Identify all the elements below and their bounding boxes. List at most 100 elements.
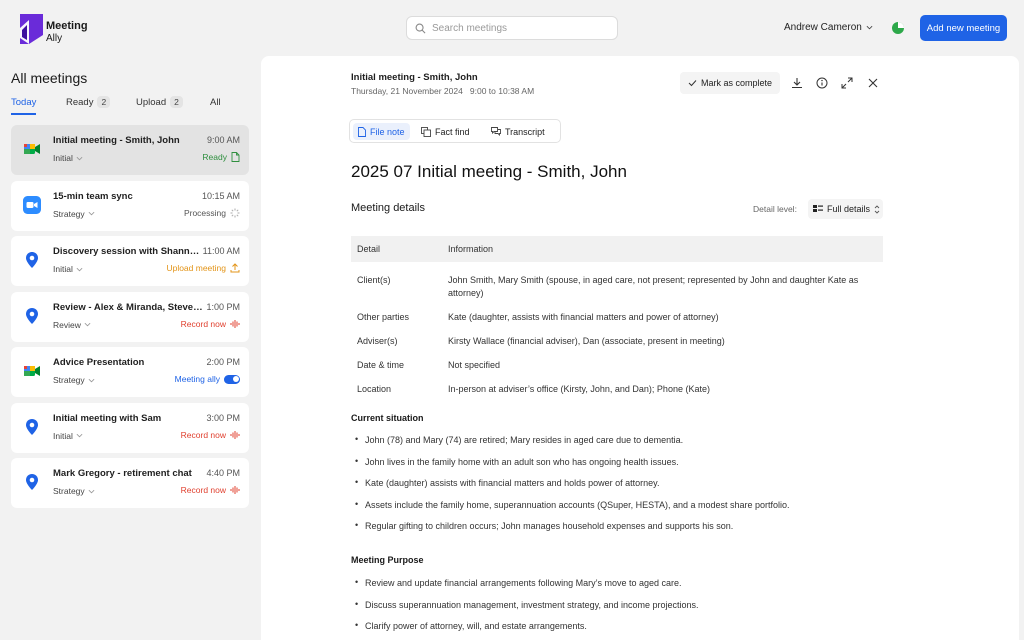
- chevron-updown-icon: [874, 204, 880, 214]
- brand-sub: Ally: [46, 33, 63, 44]
- status-processing: Processing: [184, 208, 240, 218]
- top-bar: Meeting Ally Andrew Cameron Add new meet…: [0, 0, 1024, 56]
- meeting-card[interactable]: Discovery session with Shannon... 11:00 …: [11, 236, 249, 286]
- meeting-title: Review - Alex & Miranda, Steven...: [53, 301, 203, 313]
- close-button[interactable]: [866, 76, 880, 90]
- table-cell-info: Kate (daughter, assists with financial m…: [448, 312, 719, 322]
- meeting-card[interactable]: Advice Presentation 2:00 PM Strategy Mee…: [11, 347, 249, 397]
- current-situation-list: John (78) and Mary (74) are retired; Mar…: [355, 434, 790, 543]
- tab-ready[interactable]: Ready 2: [66, 94, 111, 110]
- table-row: Adviser(s) Kirsty Wallace (financial adv…: [351, 335, 883, 348]
- table-cell-info: Kirsty Wallace (financial adviser), Dan …: [448, 336, 725, 346]
- status-label: Record now: [180, 318, 226, 329]
- meeting-time: 10:15 AM: [201, 190, 240, 201]
- sidebar-title: All meetings: [11, 70, 88, 86]
- tab-count-badge: 2: [170, 96, 183, 108]
- tab-today[interactable]: Today: [11, 94, 37, 115]
- user-menu[interactable]: Andrew Cameron: [784, 22, 873, 33]
- tab-file-note[interactable]: File note: [353, 123, 410, 140]
- tab-label: Ready: [66, 96, 94, 108]
- meeting-detail-panel: Initial meeting - Smith, John Thursday, …: [261, 56, 1019, 640]
- mark-complete-button[interactable]: Mark as complete: [680, 72, 780, 94]
- category-select[interactable]: Strategy: [53, 375, 95, 385]
- expand-button[interactable]: [840, 76, 854, 90]
- status-label: Record now: [180, 485, 226, 495]
- category-select[interactable]: Strategy: [53, 209, 95, 219]
- status-label: Processing: [183, 207, 226, 218]
- info-button[interactable]: [815, 76, 829, 90]
- meeting-title: 15-min team sync: [53, 190, 133, 202]
- category-select[interactable]: Initial: [53, 264, 83, 274]
- search-input[interactable]: [432, 22, 612, 34]
- location-pin-icon: [26, 418, 38, 435]
- record-now-button[interactable]: Record now: [181, 319, 240, 329]
- category-label: Review: [53, 319, 81, 330]
- meeting-time: 3:00 PM: [206, 412, 240, 423]
- detail-level-select[interactable]: Full details: [808, 199, 883, 219]
- check-icon: [688, 80, 697, 87]
- chevron-down-icon: [866, 25, 873, 30]
- tab-all[interactable]: All: [210, 94, 221, 110]
- download-button[interactable]: [790, 76, 804, 90]
- category-select[interactable]: Initial: [53, 153, 83, 163]
- column-header: Information: [448, 244, 494, 254]
- close-icon: [868, 78, 878, 88]
- meeting-card[interactable]: Mark Gregory - retirement chat 4:40 PM S…: [11, 458, 249, 508]
- tab-label: File note: [370, 126, 405, 137]
- table-header: Detail Information: [351, 236, 883, 262]
- meeting-card[interactable]: 15-min team sync 10:15 AM Strategy Proce…: [11, 180, 249, 231]
- meeting-title: Advice Presentation: [53, 357, 145, 368]
- meeting-time: 2:00 PM: [206, 357, 240, 367]
- download-icon: [792, 78, 802, 89]
- table-row: Date & time Not specified: [351, 359, 883, 372]
- record-now-button[interactable]: Record now: [181, 485, 240, 495]
- status-ready[interactable]: Ready: [202, 152, 240, 162]
- tab-fact-find[interactable]: Fact find: [416, 123, 475, 140]
- table-cell-info: John Smith, Mary Smith (spouse, in aged …: [448, 275, 859, 298]
- meeting-card[interactable]: Initial meeting with Sam 3:00 PM Initial…: [11, 402, 249, 453]
- category-select[interactable]: Review: [53, 320, 91, 330]
- chevron-down-icon: [76, 156, 83, 160]
- copy-icon: [421, 126, 431, 137]
- list-item: Assets include the family home, superann…: [355, 499, 790, 522]
- category-label: Initial: [53, 430, 73, 441]
- google-meet-icon: [24, 144, 40, 154]
- meeting-card[interactable]: Review - Alex & Miranda, Steven... 1:00 …: [11, 291, 249, 342]
- meeting-card[interactable]: Initial meeting - Smith, John 9:00 AM In…: [11, 125, 249, 175]
- meeting-time: 11:00 AM: [202, 246, 240, 256]
- search-icon: [415, 23, 426, 33]
- table-cell-info: In-person at adviser’s office (Kirsty, J…: [448, 384, 710, 394]
- category-select[interactable]: Strategy: [53, 486, 95, 496]
- document-tabs: File note Fact find Transcript: [349, 119, 561, 143]
- table-row: Location In-person at adviser’s office (…: [351, 383, 883, 396]
- upload-meeting-button[interactable]: Upload meeting: [166, 263, 240, 273]
- status-indicator-icon[interactable]: [891, 21, 905, 35]
- tab-transcript[interactable]: Transcript: [486, 123, 550, 140]
- table-cell-info: Not specified: [448, 360, 501, 370]
- table-cell-detail: Client(s): [357, 275, 391, 285]
- tab-count-badge: 2: [97, 96, 111, 108]
- tab-label: Today: [11, 96, 37, 108]
- detail-level-icon: [813, 205, 823, 212]
- category-label: Strategy: [53, 486, 85, 496]
- status-label: Ready: [202, 152, 227, 162]
- user-name: Andrew Cameron: [784, 22, 862, 33]
- meeting-list: Initial meeting - Smith, John 9:00 AM In…: [11, 125, 249, 514]
- table-cell-detail: Other parties: [357, 312, 410, 322]
- tab-label: Transcript: [505, 126, 545, 137]
- search-box[interactable]: [406, 16, 618, 40]
- meeting-title: Mark Gregory - retirement chat: [53, 468, 192, 479]
- waveform-icon: [230, 430, 240, 439]
- chevron-down-icon: [88, 211, 95, 216]
- meeting-time: 9:00 AM: [206, 135, 240, 145]
- meeting-title: Discovery session with Shannon...: [53, 246, 203, 257]
- record-now-button[interactable]: Record now: [181, 430, 240, 440]
- status-label: Meeting ally: [174, 374, 220, 384]
- toggle-switch[interactable]: [224, 374, 240, 384]
- category-select[interactable]: Initial: [53, 431, 83, 441]
- tab-upload[interactable]: Upload 2: [136, 94, 183, 110]
- meeting-ally-toggle[interactable]: Meeting ally: [175, 374, 240, 384]
- table-row: Client(s) John Smith, Mary Smith (spouse…: [351, 274, 883, 300]
- add-meeting-button[interactable]: Add new meeting: [920, 15, 1007, 41]
- chevron-down-icon: [84, 322, 91, 327]
